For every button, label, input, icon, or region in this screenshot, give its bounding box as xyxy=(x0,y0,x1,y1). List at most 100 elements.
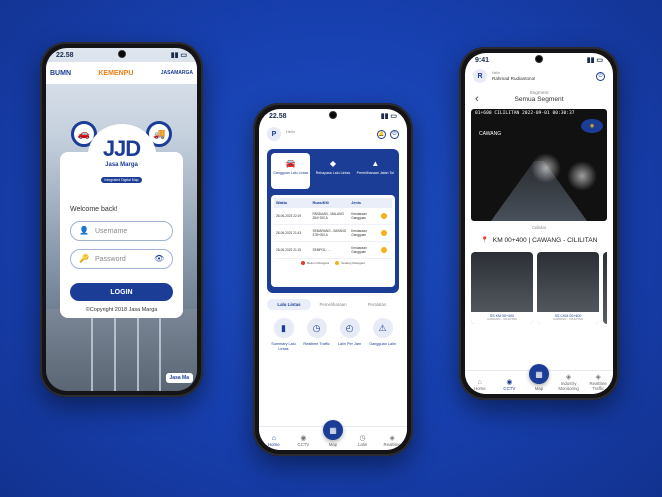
table-row[interactable]: 28-06-2023 22:19 PANDAAN - MALANG 284+20… xyxy=(274,208,392,225)
cctv-video[interactable]: 01+600 CILILITAN 2022-09-01 00:30:37 CAW… xyxy=(471,109,607,221)
dashboard-screen: 22.58 ▮▮ ▭ P Hello 🔔 ⏻ 🚘 Gangguan Lalu L… xyxy=(259,109,407,450)
phone-dashboard: 22.58 ▮▮ ▭ P Hello 🔔 ⏻ 🚘 Gangguan Lalu L… xyxy=(253,103,413,456)
home-icon: ⌂ xyxy=(477,379,482,386)
cctv-cam-label: CAWANG xyxy=(479,131,502,137)
menu-lalin-jam[interactable]: ◴ Lalin Per Jam xyxy=(333,318,366,351)
menu-gangguan[interactable]: ⚠ Gangguan Lalin xyxy=(366,318,399,351)
user-icon: 👤 xyxy=(79,226,89,235)
nav-map[interactable]: ▦ Map xyxy=(525,364,553,391)
table-row[interactable]: 28-06-2023 21:43 SEMARANG - BATANG 378+0… xyxy=(274,225,392,242)
nav-realtime[interactable]: ◈ Realtime xyxy=(378,434,406,447)
cctv-timestamp: 01+600 CILILITAN 2022-09-01 00:30:37 xyxy=(475,111,575,116)
nav-map[interactable]: ▦ Map xyxy=(319,420,347,447)
hello-text: Hello xyxy=(286,129,296,134)
logout-icon[interactable]: ⏻ xyxy=(596,71,605,81)
key-icon: 🔑 xyxy=(79,254,89,263)
password-placeholder: Password xyxy=(95,255,126,263)
clock-icon: ◴ xyxy=(339,318,360,338)
brand-mark: JJD xyxy=(102,136,141,161)
bumn-logo: BUMN xyxy=(50,69,71,77)
username-field[interactable]: 👤 Username xyxy=(70,221,173,241)
avatar[interactable]: R xyxy=(473,69,487,83)
traffic-icon: ◈ xyxy=(389,435,395,442)
traffic-icon: ◈ xyxy=(595,374,601,381)
table-header: Waktu Ruas/KM Jenis xyxy=(274,198,392,208)
tile-gangguan[interactable]: 🚘 Gangguan Lalu Lintas xyxy=(271,153,311,189)
location-text: KM 00+400 | CAWANG - CILILITAN xyxy=(492,236,598,244)
camera-hole xyxy=(118,51,125,57)
tab-pemeliharaan[interactable]: Pemeliharaan xyxy=(311,299,355,310)
brand-subtitle: Integrated Digital Map xyxy=(101,177,142,183)
cctv-screen: 9:41 ▮▮ ▭ R Hello Rahmad Rudiantono! ⏻ ‹… xyxy=(465,53,613,394)
status-dot xyxy=(380,230,387,236)
category-tabs: Lalu Lintas Pemeliharaan Peralatan xyxy=(267,299,399,310)
segment-selector[interactable]: ‹ Segment Semua Segment xyxy=(465,91,613,105)
bell-icon[interactable]: 🔔 xyxy=(377,129,386,139)
light-glow xyxy=(567,161,597,191)
bar-chart-icon: ▮ xyxy=(273,318,294,338)
user-name: Rahmad Rudiantono! xyxy=(492,76,536,81)
status-dot xyxy=(380,247,387,253)
clock-icon: ◷ xyxy=(306,318,327,338)
pin-icon: 📍 xyxy=(480,237,489,244)
camera-hole xyxy=(330,112,336,118)
location-row: 📍 KM 00+400 | CAWANG - CILILITAN xyxy=(465,236,613,245)
kemenpu-logo: KEMENPU xyxy=(98,69,134,77)
map-icon: ▦ xyxy=(528,364,549,384)
camera-hole xyxy=(536,56,542,62)
cctv-thumb[interactable] xyxy=(603,252,607,324)
login-button[interactable]: LOGIN xyxy=(70,283,173,301)
incident-tiles: 🚘 Gangguan Lalu Lintas ◆ Rekayasa Lalu L… xyxy=(271,153,395,189)
table-row[interactable]: 28-06-2023 21:15 SEMPOL - ... Kendaraan … xyxy=(274,242,392,259)
incident-table: Waktu Ruas/KM Jenis 28-06-2023 22:19 PAN… xyxy=(271,195,395,287)
signal-icon: ◈ xyxy=(565,374,572,381)
menu-realtime[interactable]: ◷ Realtime Traffic xyxy=(300,318,333,351)
phone-cctv: 9:41 ▮▮ ▭ R Hello Rahmad Rudiantono! ⏻ ‹… xyxy=(459,47,619,400)
copyright-text: ©Copyright 2018 Jasa Marga xyxy=(85,307,158,313)
nav-cctv[interactable]: ◉ CCTV xyxy=(289,434,317,447)
nav-home[interactable]: ⌂ Home xyxy=(260,435,288,447)
cctv-thumb[interactable]: SS KM 00+400 CAWANG - CILILITAN xyxy=(471,252,533,324)
partner-logos: BUMN KEMENPU JASAMARGA xyxy=(46,62,197,84)
cctv-caption: Cellular xyxy=(531,225,547,230)
back-arrow-icon[interactable]: ‹ xyxy=(475,93,479,105)
logout-icon[interactable]: ⏻ xyxy=(390,129,399,139)
brand-logo: JJD Jasa Marga Integrated Digital Map xyxy=(87,124,156,186)
nav-realtime[interactable]: ◈ Realtime Traffic xyxy=(584,373,612,391)
bottom-nav: ⌂ Home ◉ CCTV ▦ Map ◷ Lalin ◈ Realtime xyxy=(259,420,407,450)
status-time: 9:41 xyxy=(475,56,490,64)
nav-cctv[interactable]: ◉ CCTV xyxy=(495,378,523,391)
battery-icon: ▮▮ ▭ xyxy=(170,52,187,59)
welcome-text: Welcome back! xyxy=(70,206,118,213)
avatar[interactable]: P xyxy=(267,127,281,141)
username-placeholder: Username xyxy=(95,227,128,235)
tab-peralatan[interactable]: Peralatan xyxy=(355,299,399,310)
eye-icon[interactable]: 👁 xyxy=(154,254,164,264)
password-field[interactable]: 🔑 Password 👁 xyxy=(70,249,173,269)
nav-industry[interactable]: ◈ Industry Monitoring xyxy=(555,373,583,391)
car-icon: 🚘 xyxy=(285,159,296,168)
status-time: 22.58 xyxy=(269,112,287,120)
corner-tag: Jasa Ma xyxy=(165,373,193,383)
status-time: 22.58 xyxy=(56,51,74,59)
battery-icon: ▮▮ ▭ xyxy=(586,57,603,64)
light-glow xyxy=(531,153,561,183)
battery-icon: ▮▮ ▭ xyxy=(380,113,397,120)
home-icon: ⌂ xyxy=(271,435,276,442)
tile-pemeliharaan[interactable]: ▲ Pemeliharaan Jalan Tol xyxy=(356,153,395,189)
cctv-thumb[interactable]: SS CKM 00+400 CAWANG - CILILITAN xyxy=(537,252,599,324)
tile-rekayasa[interactable]: ◆ Rekayasa Lalu Lintas xyxy=(313,153,352,189)
jasamarga-logo: JASAMARGA xyxy=(160,70,193,76)
nav-lalin[interactable]: ◷ Lalin xyxy=(349,434,377,447)
jasamarga-logo: ◉ xyxy=(581,119,603,133)
menu-summary[interactable]: ▮ Summary Lalu Lintas xyxy=(267,318,300,351)
camera-icon: ◉ xyxy=(300,435,307,442)
login-screen: 22.58 ▮▮ ▭ BUMN KEMENPU JASAMARGA 🚗 🚚 Ja… xyxy=(46,48,197,391)
feature-menu: ▮ Summary Lalu Lintas ◷ Realtime Traffic ◴… xyxy=(267,318,399,351)
hello-text: Hello xyxy=(492,71,500,76)
dashboard-header: P Hello 🔔 ⏻ xyxy=(259,123,407,145)
cctv-header: R Hello Rahmad Rudiantono! ⏻ xyxy=(465,67,613,85)
highway-background: Jasa Ma xyxy=(46,309,197,391)
nav-home[interactable]: ⌂ Home xyxy=(466,379,494,391)
tab-lalu-lintas[interactable]: Lalu Lintas xyxy=(267,299,311,310)
